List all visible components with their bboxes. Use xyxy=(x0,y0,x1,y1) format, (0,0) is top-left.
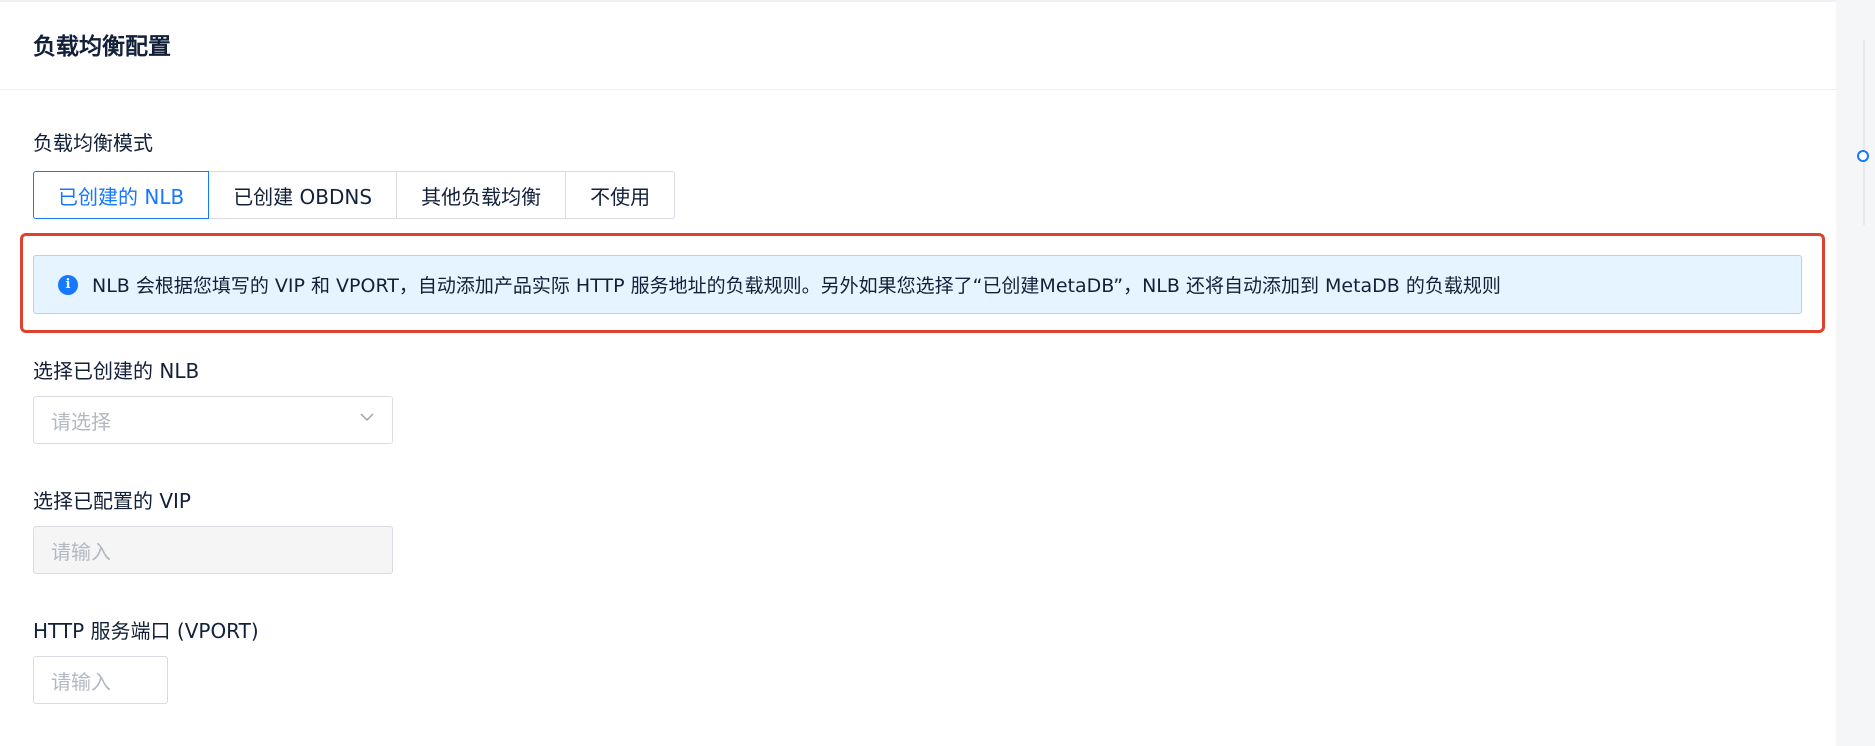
nlb-select[interactable]: 请选择 xyxy=(33,396,393,444)
lb-mode-option-other-lb[interactable]: 其他负载均衡 xyxy=(396,171,567,219)
lb-mode-option-created-nlb[interactable]: 已创建的 NLB xyxy=(33,171,210,219)
lb-mode-segmented-control: 已创建的 NLB 已创建 OBDNS 其他负载均衡 不使用 xyxy=(33,171,676,219)
config-card: 负载均衡配置 负载均衡模式 已创建的 NLB 已创建 OBDNS 其他负载均衡 … xyxy=(0,0,1836,746)
vip-input[interactable]: 请输入 xyxy=(33,526,393,574)
info-icon: i xyxy=(58,274,78,295)
page: 负载均衡配置 负载均衡模式 已创建的 NLB 已创建 OBDNS 其他负载均衡 … xyxy=(0,0,1875,746)
nlb-select-label: 选择已创建的 NLB xyxy=(33,359,200,383)
card-title: 负载均衡配置 xyxy=(33,34,171,60)
nlb-select-placeholder: 请选择 xyxy=(51,409,111,434)
chevron-down-icon xyxy=(360,413,374,421)
vport-label: HTTP 服务端口 (VPORT) xyxy=(33,619,259,643)
vport-input[interactable]: 请输入 xyxy=(33,656,168,704)
card-header: 负载均衡配置 xyxy=(0,2,1836,90)
right-anchor-bar xyxy=(1836,0,1875,746)
lb-mode-option-created-obdns[interactable]: 已创建 OBDNS xyxy=(208,171,398,219)
vip-input-placeholder: 请输入 xyxy=(51,539,111,564)
info-alert: i NLB 会根据您填写的 VIP 和 VPORT，自动添加产品实际 HTTP … xyxy=(33,255,1802,314)
vport-input-placeholder: 请输入 xyxy=(51,669,111,694)
anchor-track xyxy=(1863,40,1865,225)
anchor-dot-icon[interactable] xyxy=(1857,150,1869,162)
lb-mode-label: 负载均衡模式 xyxy=(33,131,153,155)
vip-select-label: 选择已配置的 VIP xyxy=(33,489,191,513)
lb-mode-option-none[interactable]: 不使用 xyxy=(565,171,676,219)
alert-text: NLB 会根据您填写的 VIP 和 VPORT，自动添加产品实际 HTTP 服务… xyxy=(92,275,1501,297)
